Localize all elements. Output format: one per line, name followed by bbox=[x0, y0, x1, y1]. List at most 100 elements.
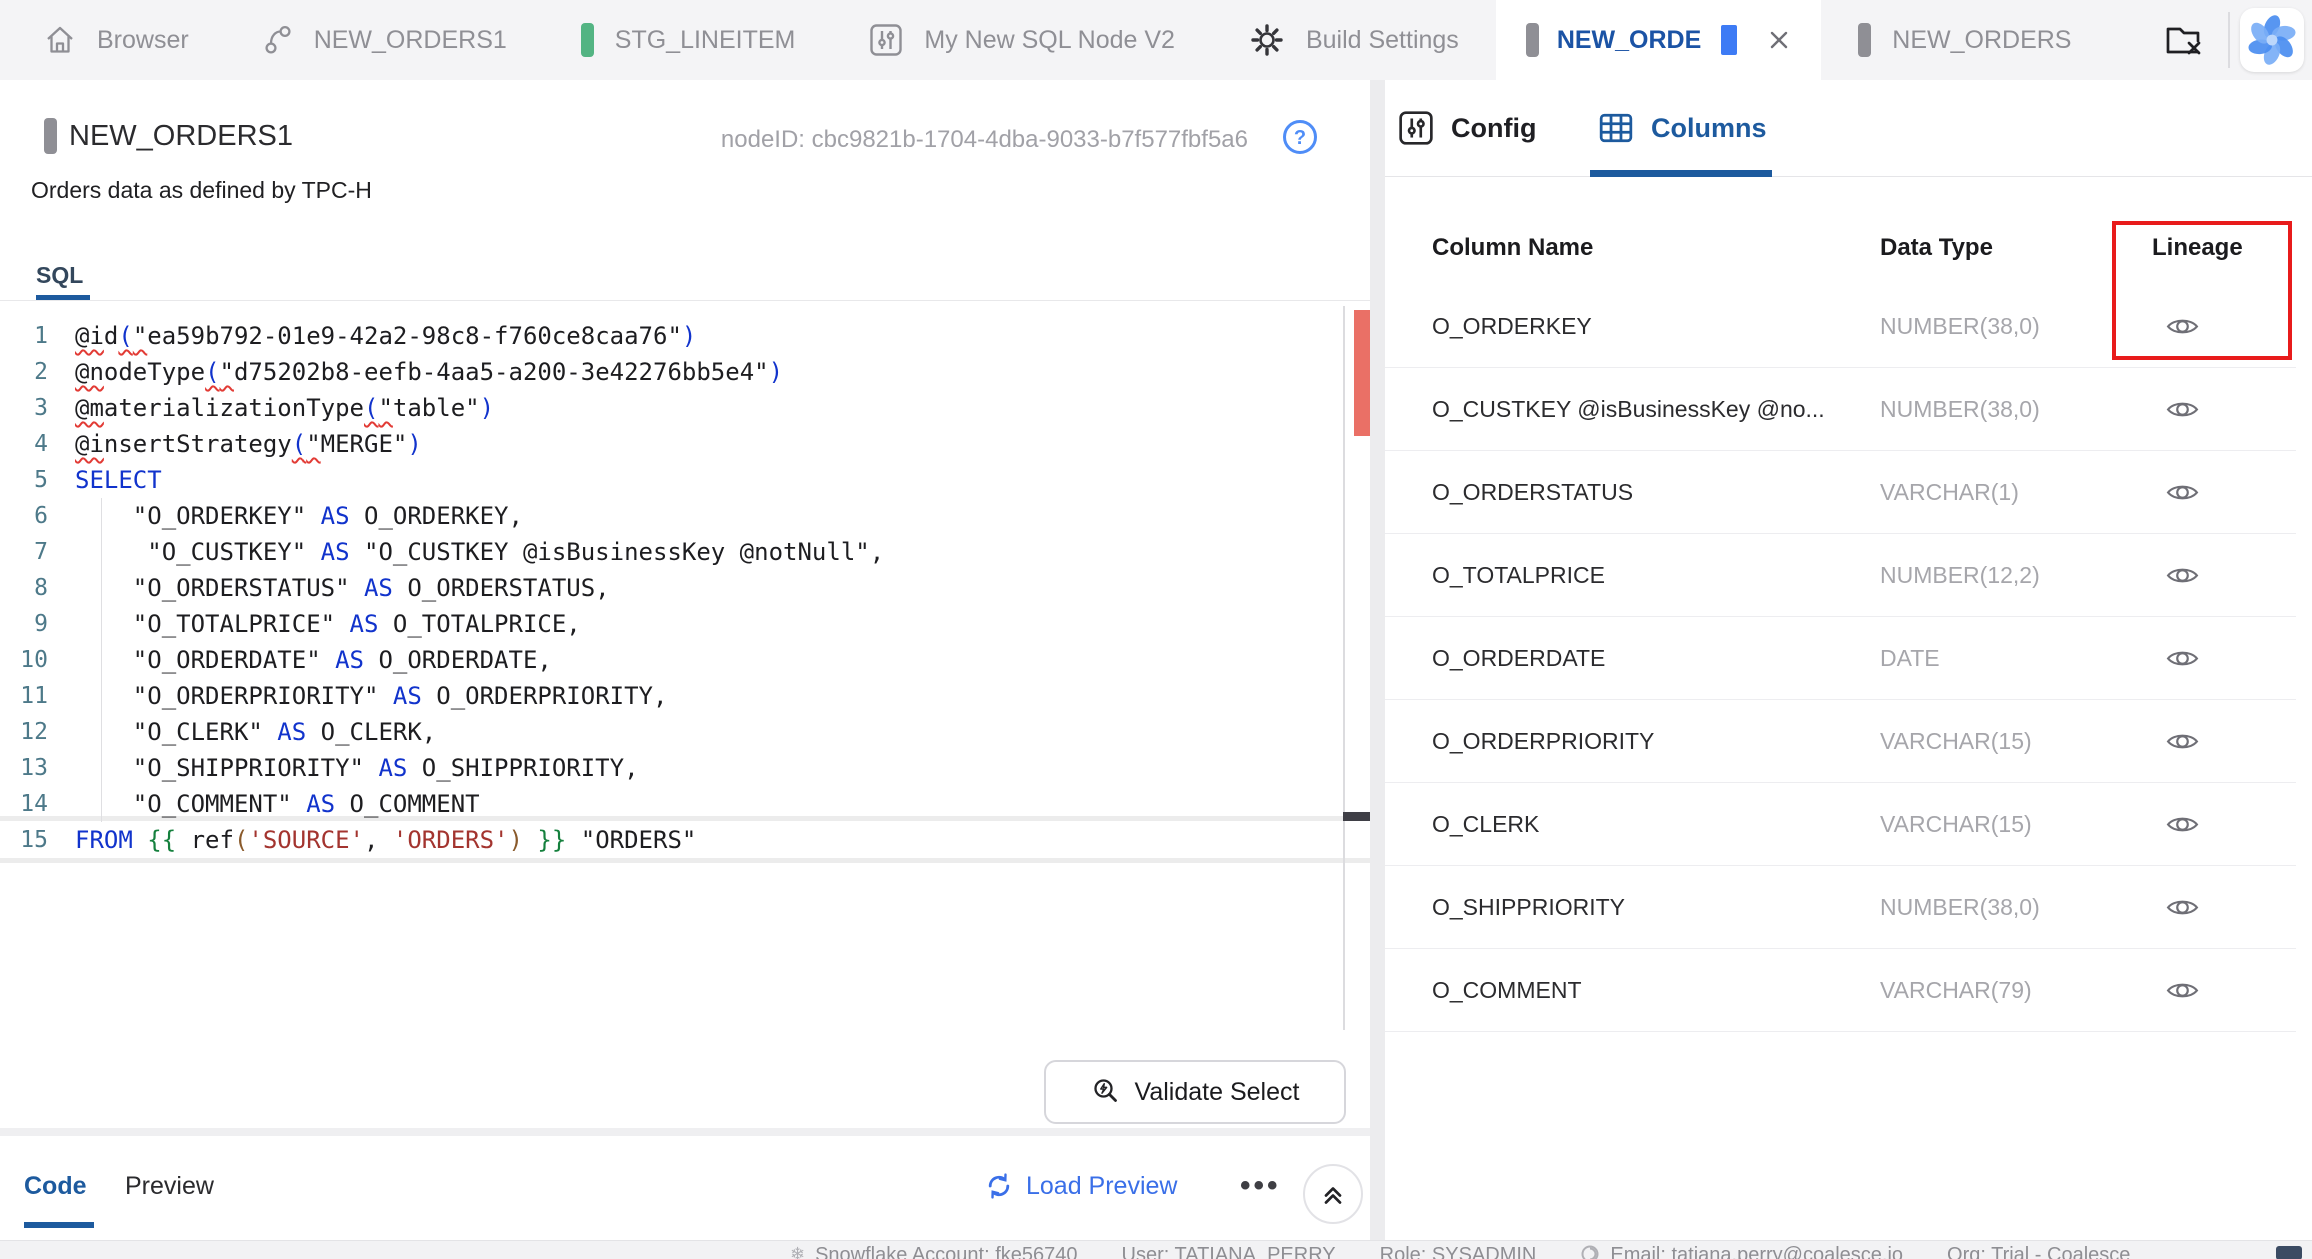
graph-icon bbox=[263, 24, 293, 56]
column-name[interactable]: O_CLERK bbox=[1432, 783, 1539, 865]
code-line-5: 5 SELECT bbox=[0, 462, 1370, 498]
line-number: 12 bbox=[0, 714, 58, 750]
line-number: 15 bbox=[0, 822, 58, 858]
top-tab-browser[interactable]: Browser bbox=[7, 0, 226, 80]
editor-resize-handle[interactable] bbox=[1343, 812, 1370, 821]
tab-close-icon[interactable] bbox=[1767, 28, 1791, 52]
line-number: 13 bbox=[0, 750, 58, 786]
line-number: 5 bbox=[0, 462, 58, 498]
node-bar-icon bbox=[1858, 23, 1871, 57]
code-line-9: 9 "O_TOTALPRICE" AS O_TOTALPRICE, bbox=[0, 606, 1370, 642]
code-line-6: 6 "O_ORDERKEY" AS O_ORDERKEY, bbox=[0, 498, 1370, 534]
line-number: 6 bbox=[0, 498, 58, 534]
topbar-actions bbox=[2164, 0, 2312, 80]
tab-code[interactable]: Code bbox=[24, 1136, 87, 1236]
editor-print-margin-ruler bbox=[1343, 306, 1345, 1030]
lineage-eye-icon[interactable] bbox=[2112, 285, 2252, 367]
help-icon[interactable]: ? bbox=[1281, 118, 1319, 156]
column-name[interactable]: O_TOTALPRICE bbox=[1432, 534, 1605, 616]
code-tab-underline bbox=[24, 1222, 94, 1228]
top-tab-new-orders1[interactable]: NEW_ORDERS1 bbox=[226, 0, 544, 80]
column-row-o_comment: O_COMMENTVARCHAR(79) bbox=[1385, 949, 2296, 1032]
code-line-12: 12 "O_CLERK" AS O_CLERK, bbox=[0, 714, 1370, 750]
lineage-eye-icon[interactable] bbox=[2112, 451, 2252, 533]
column-name[interactable]: O_COMMENT bbox=[1432, 949, 1582, 1031]
status-items: ❄Snowflake Account: fke56740User: TATIAN… bbox=[790, 1244, 2130, 1259]
close-project-folder-icon[interactable] bbox=[2164, 21, 2206, 59]
line-content: FROM {{ ref('SOURCE', 'ORDERS') }} "ORDE… bbox=[75, 822, 696, 858]
line-content: "O_SHIPPRIORITY" AS O_SHIPPRIORITY, bbox=[75, 750, 639, 786]
line-content: @materializationType("table") bbox=[75, 390, 494, 426]
columns-table-header: Column Name Data Type Lineage bbox=[1385, 210, 2312, 285]
column-name[interactable]: O_ORDERKEY bbox=[1432, 285, 1592, 367]
column-name[interactable]: O_ORDERDATE bbox=[1432, 617, 1605, 699]
validate-select-button[interactable]: Validate Select bbox=[1044, 1060, 1346, 1124]
node-title-bar: NEW_ORDERS1 bbox=[44, 118, 293, 154]
code-line-3: 3@materializationType("table") bbox=[0, 390, 1370, 426]
active-line-band-bottom bbox=[0, 858, 1370, 863]
columns-table-body: O_ORDERKEYNUMBER(38,0)O_CUSTKEY @isBusin… bbox=[1385, 285, 2312, 1032]
line-content: @insertStrategy("MERGE") bbox=[75, 426, 422, 462]
column-data-type: DATE bbox=[1880, 617, 1940, 699]
coalesce-swirl-icon bbox=[1580, 1244, 1600, 1259]
lineage-eye-icon[interactable] bbox=[2112, 783, 2252, 865]
top-tab-bar: Browser NEW_ORDERS1 STG_LINEITEMMy New SQL… bbox=[0, 0, 2312, 80]
column-name[interactable]: O_ORDERSTATUS bbox=[1432, 451, 1633, 533]
line-content: "O_ORDERPRIORITY" AS O_ORDERPRIORITY, bbox=[75, 678, 667, 714]
node-type-bar-icon bbox=[44, 118, 57, 154]
top-tab-new-orders[interactable]: NEW_ORDERS bbox=[1821, 0, 2108, 80]
column-data-type: NUMBER(38,0) bbox=[1880, 368, 2040, 450]
lineage-eye-icon[interactable] bbox=[2112, 949, 2252, 1031]
tab-preview[interactable]: Preview bbox=[125, 1136, 214, 1236]
top-tabs-container: Browser NEW_ORDERS1 STG_LINEITEMMy New SQL… bbox=[7, 0, 2108, 80]
column-row-o_shippriority: O_SHIPPRIORITYNUMBER(38,0) bbox=[1385, 866, 2296, 949]
top-tab-build-settings[interactable]: Build Settings bbox=[1212, 0, 1496, 80]
right-panel-tabs: Config Columns bbox=[1385, 80, 2312, 177]
grid-icon bbox=[1598, 110, 1634, 146]
top-tab-my-new-sql-node-v2[interactable]: My New SQL Node V2 bbox=[832, 0, 1212, 80]
lineage-eye-icon[interactable] bbox=[2112, 368, 2252, 450]
sql-code-editor[interactable]: 1@id("ea59b792-01e9-42a2-98c8-f760ce8caa… bbox=[0, 306, 1370, 946]
more-options-button[interactable]: ••• bbox=[1240, 1136, 1281, 1236]
load-preview-button[interactable]: Load Preview bbox=[984, 1136, 1177, 1236]
node-editor-panel: NEW_ORDERS1 nodeID: cbc9821b-1704-4dba-9… bbox=[0, 80, 1370, 1240]
status-corner-icon bbox=[2276, 1246, 2302, 1259]
tab-columns[interactable]: Columns bbox=[1598, 80, 1767, 176]
column-name[interactable]: O_ORDERPRIORITY bbox=[1432, 700, 1654, 782]
tab-config[interactable]: Config bbox=[1398, 80, 1536, 176]
line-number: 1 bbox=[0, 318, 58, 354]
tab-label: NEW_ORDE bbox=[1557, 26, 1701, 55]
collapse-panel-button[interactable] bbox=[1303, 1164, 1363, 1224]
line-number: 14 bbox=[0, 786, 58, 822]
code-line-11: 11 "O_ORDERPRIORITY" AS O_ORDERPRIORITY, bbox=[0, 678, 1370, 714]
lineage-eye-icon[interactable] bbox=[2112, 866, 2252, 948]
lineage-eye-icon[interactable] bbox=[2112, 700, 2252, 782]
top-tab-new-orde[interactable]: NEW_ORDE bbox=[1496, 0, 1821, 80]
line-number: 8 bbox=[0, 570, 58, 606]
line-number: 4 bbox=[0, 426, 58, 462]
tab-sql[interactable]: SQL bbox=[36, 262, 83, 289]
tab-label: NEW_ORDERS1 bbox=[314, 26, 507, 55]
code-line-1: 1@id("ea59b792-01e9-42a2-98c8-f760ce8caa… bbox=[0, 318, 1370, 354]
line-content: "O_CLERK" AS O_CLERK, bbox=[75, 714, 436, 750]
column-row-o_custkey: O_CUSTKEY @isBusinessKey @no... NUMBER(38… bbox=[1385, 368, 2296, 451]
node-config-panel: Config Columns Column Name Data Type Line… bbox=[1385, 80, 2312, 1240]
double-chevron-up-icon bbox=[1317, 1179, 1349, 1209]
code-line-13: 13 "O_SHIPPRIORITY" AS O_SHIPPRIORITY, bbox=[0, 750, 1370, 786]
panel-splitter[interactable] bbox=[1370, 80, 1385, 1240]
code-line-10: 10 "O_ORDERDATE" AS O_ORDERDATE, bbox=[0, 642, 1370, 678]
line-number: 10 bbox=[0, 642, 58, 678]
code-line-2: 2@nodeType("d75202b8-eefb-4aa5-a200-3e42… bbox=[0, 354, 1370, 390]
column-name[interactable]: O_CUSTKEY @isBusinessKey @no... bbox=[1432, 368, 1825, 450]
sliders-icon bbox=[869, 23, 903, 57]
top-tab-stg-lineitem[interactable]: STG_LINEITEM bbox=[544, 0, 833, 80]
lineage-eye-icon[interactable] bbox=[2112, 534, 2252, 616]
column-row-o_orderkey: O_ORDERKEYNUMBER(38,0) bbox=[1385, 285, 2296, 368]
topbar-divider bbox=[2228, 12, 2230, 68]
lineage-eye-icon[interactable] bbox=[2112, 617, 2252, 699]
column-row-o_totalprice: O_TOTALPRICENUMBER(12,2) bbox=[1385, 534, 2296, 617]
column-name[interactable]: O_SHIPPRIORITY bbox=[1432, 866, 1625, 948]
line-content: SELECT bbox=[75, 462, 162, 498]
tab-label: Config bbox=[1451, 113, 1536, 144]
code-line-4: 4 @insertStrategy("MERGE") bbox=[0, 426, 1370, 462]
